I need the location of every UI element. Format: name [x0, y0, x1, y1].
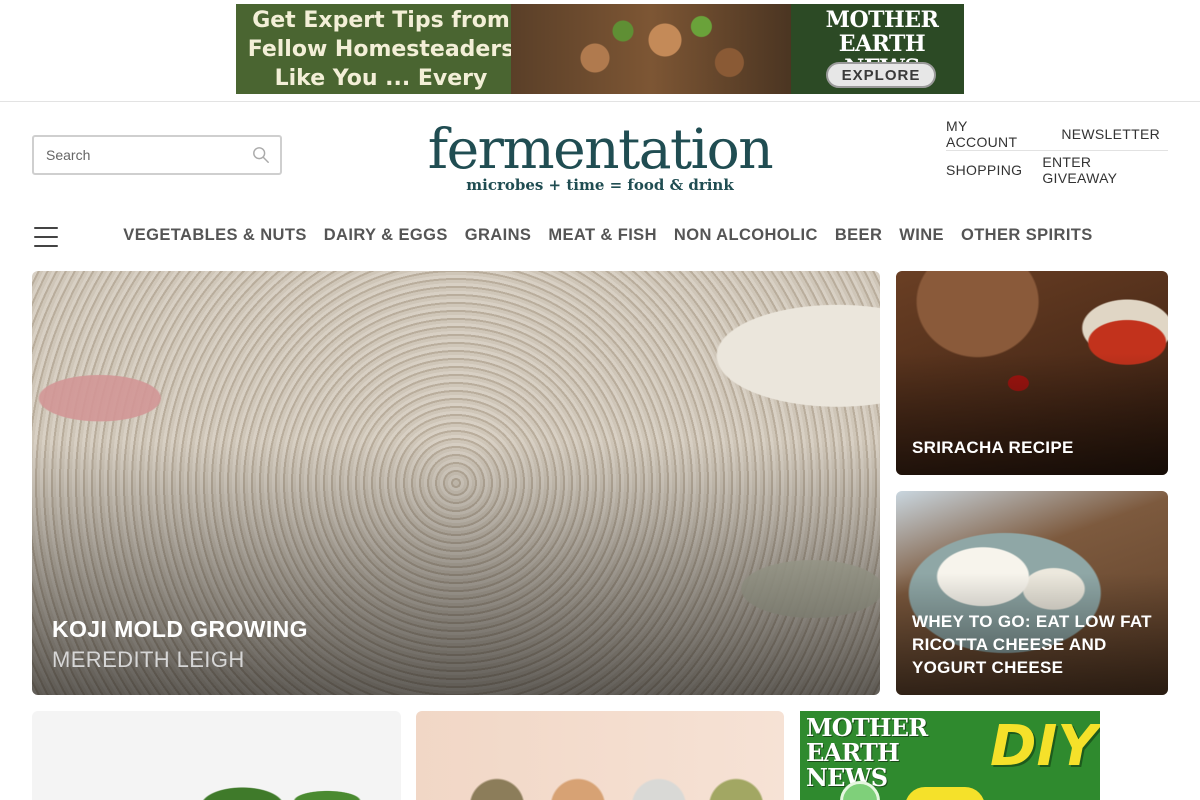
nav-item-vegetables-nuts[interactable]: VEGETABLES & NUTS — [123, 222, 306, 248]
diy-ad-brand-logo: MOTHER EARTH NEWS — [806, 713, 928, 792]
article-card-leaves[interactable] — [32, 711, 401, 800]
newsletter-link[interactable]: NEWSLETTER — [1061, 126, 1160, 142]
nav-item-non-alcoholic[interactable]: NON ALCOHOLIC — [674, 222, 818, 248]
nav-item-beer[interactable]: BEER — [835, 222, 882, 248]
header-links: MY ACCOUNT NEWSLETTER SHOPPING ENTER GIV… — [946, 117, 1168, 189]
ad-hands-image — [511, 4, 791, 94]
nav-item-meat-fish[interactable]: MEAT & FISH — [548, 222, 657, 248]
nav-item-wine[interactable]: WINE — [899, 222, 944, 248]
article-card-discs[interactable] — [416, 711, 784, 800]
ad-explore-button[interactable]: EXPLORE — [826, 62, 936, 88]
header-links-row-2: SHOPPING ENTER GIVEAWAY — [946, 151, 1168, 189]
search-icon[interactable] — [252, 146, 270, 164]
article-card-sriracha[interactable]: SRIRACHA RECIPE — [896, 271, 1168, 475]
my-account-link[interactable]: MY ACCOUNT — [946, 118, 1041, 150]
nav-item-grains[interactable]: GRAINS — [465, 222, 532, 248]
nav-item-dairy-eggs[interactable]: DAIRY & EGGS — [324, 222, 448, 248]
featured-article-author[interactable]: MEREDITH LEIGH — [52, 647, 245, 673]
article-card-title[interactable]: WHEY TO GO: EAT LOW FAT RICOTTA CHEESE A… — [912, 610, 1154, 679]
main-nav: VEGETABLES & NUTS DAIRY & EGGS GRAINS ME… — [0, 222, 1200, 248]
header-links-row-1: MY ACCOUNT NEWSLETTER — [946, 117, 1168, 151]
diy-ad-graphic — [905, 787, 985, 800]
nav-item-other-spirits[interactable]: OTHER SPIRITS — [961, 222, 1093, 248]
diy-ad[interactable]: MOTHER EARTH NEWS DIY — [800, 711, 1100, 800]
ad-headline: Get Expert Tips from Fellow Homesteaders… — [247, 8, 515, 91]
top-ad-bar: Get Expert Tips from Fellow Homesteaders… — [0, 0, 1200, 102]
featured-article-title[interactable]: KOJI MOLD GROWING — [52, 616, 308, 643]
article-card-title[interactable]: SRIRACHA RECIPE — [912, 436, 1154, 459]
search-box[interactable] — [32, 135, 282, 175]
article-card-whey[interactable]: WHEY TO GO: EAT LOW FAT RICOTTA CHEESE A… — [896, 491, 1168, 695]
logo-title: fermentation — [427, 117, 774, 181]
search-input[interactable] — [46, 147, 252, 163]
ad-banner[interactable]: Get Expert Tips from Fellow Homesteaders… — [236, 4, 964, 94]
shopping-link[interactable]: SHOPPING — [946, 162, 1022, 178]
featured-article-card[interactable]: KOJI MOLD GROWING MEREDITH LEIGH — [32, 271, 880, 695]
site-logo[interactable]: fermentation microbes + time = food & dr… — [400, 118, 800, 194]
diy-ad-tag: DIY — [990, 714, 1098, 779]
enter-giveaway-link[interactable]: ENTER GIVEAWAY — [1042, 154, 1160, 186]
